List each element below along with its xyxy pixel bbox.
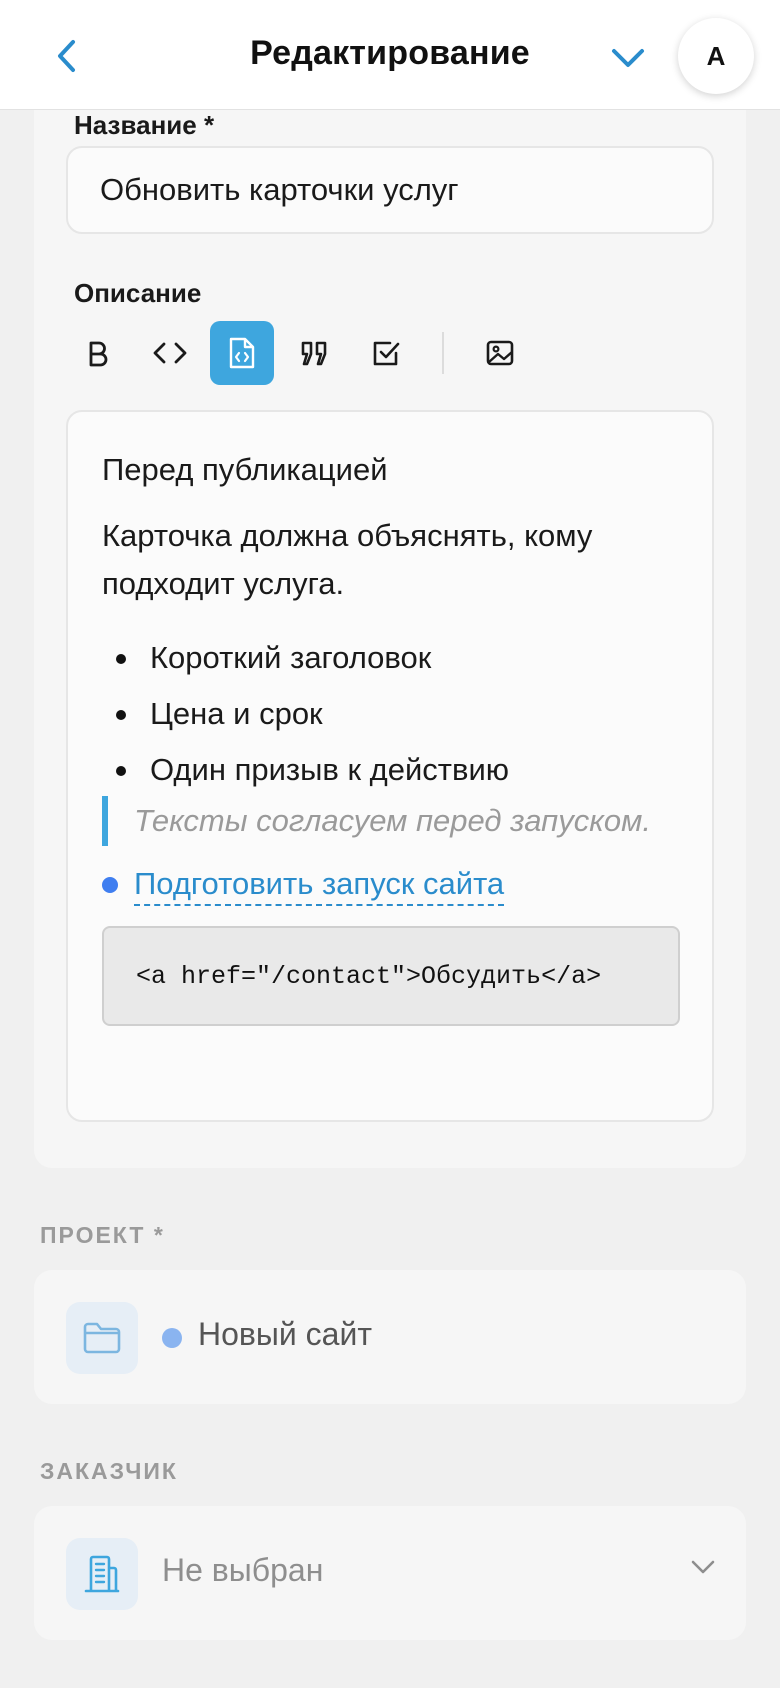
code-file-icon [229, 337, 255, 369]
editor-code-block: <a href="/contact">Обсудить</a> [102, 926, 680, 1026]
page-title: Редактирование [250, 34, 530, 72]
name-input[interactable]: Обновить карточки услуг [66, 146, 714, 234]
bullet-icon [116, 654, 126, 664]
chevron-down-icon [612, 49, 644, 67]
bullet-icon [116, 710, 126, 720]
list-item: Цена и срок [102, 686, 509, 742]
editor-paragraph: Карточка должна объяснять, кому подходит… [102, 518, 593, 601]
bold-button[interactable] [66, 321, 130, 385]
task-link[interactable]: Подготовить запуск сайта [134, 864, 505, 906]
name-label: Название * [74, 110, 215, 140]
client-selector[interactable]: Не выбран [34, 1506, 746, 1640]
code-block-button[interactable] [210, 321, 274, 385]
folder-icon [66, 1302, 138, 1374]
editor-blockquote: Тексты согласуем перед запуском. [102, 796, 651, 846]
client-section-label: ЗАКАЗЧИК [40, 1458, 178, 1484]
bold-icon [89, 341, 108, 367]
description-label: Описание [74, 278, 202, 308]
project-color-dot [162, 1328, 182, 1348]
task-link-row: Подготовить запуск сайта [102, 860, 505, 910]
quote-icon [301, 341, 327, 366]
editor-heading: Перед публикацией [102, 452, 388, 487]
project-selector[interactable]: Новый сайт [34, 1270, 746, 1404]
editor-bullet-list: Короткий заголовок Цена и срок Один приз… [102, 630, 509, 798]
checkbox-icon [373, 341, 400, 366]
top-bar: Редактирование А [0, 0, 780, 110]
editor-toolbar [66, 318, 540, 388]
description-editor[interactable]: Перед публикацией Карточка должна объясн… [66, 410, 714, 1122]
list-item-text: Цена и срок [150, 696, 323, 731]
avatar[interactable]: А [678, 18, 754, 94]
inline-code-button[interactable] [138, 321, 202, 385]
list-item-text: Короткий заголовок [150, 640, 432, 675]
toolbar-divider [442, 332, 444, 374]
image-icon [486, 340, 514, 366]
checklist-button[interactable] [354, 321, 418, 385]
status-dot-icon [102, 877, 118, 893]
bullet-icon [116, 766, 126, 776]
client-value: Не выбран [162, 1552, 324, 1588]
project-name: Новый сайт [198, 1316, 372, 1352]
list-item: Один призыв к действию [102, 742, 509, 798]
code-icon [153, 342, 187, 364]
list-item: Короткий заголовок [102, 630, 509, 686]
collapse-button[interactable] [606, 36, 650, 80]
quote-button[interactable] [282, 321, 346, 385]
chevron-down-icon [691, 1560, 715, 1574]
project-section-label: ПРОЕКТ * [40, 1222, 165, 1248]
building-icon [66, 1538, 138, 1610]
image-button[interactable] [468, 321, 532, 385]
list-item-text: Один призыв к действию [150, 752, 510, 787]
